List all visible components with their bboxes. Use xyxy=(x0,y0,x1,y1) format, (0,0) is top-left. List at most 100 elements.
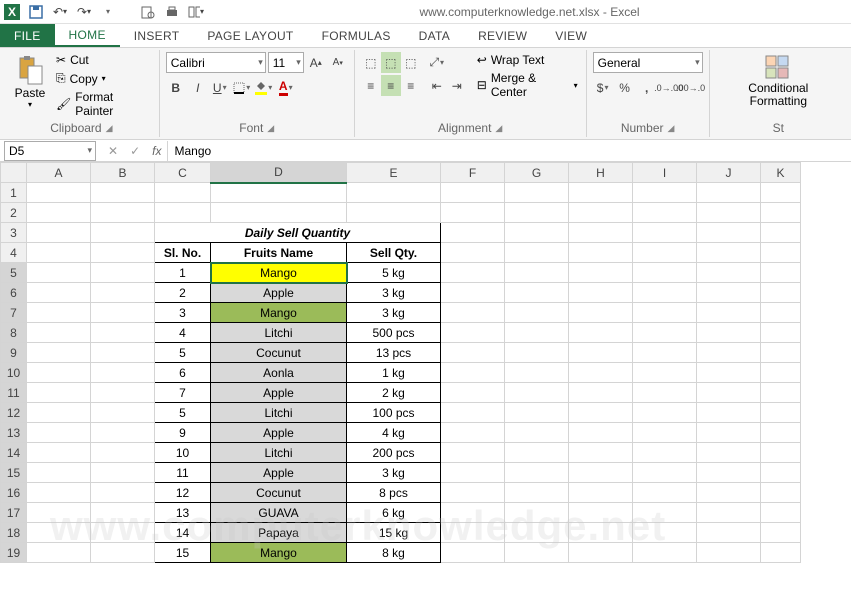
cell-A4[interactable] xyxy=(27,243,91,263)
row-header-18[interactable]: 18 xyxy=(1,523,27,543)
cell-B10[interactable] xyxy=(91,363,155,383)
cell-K1[interactable] xyxy=(761,183,801,203)
cell-H13[interactable] xyxy=(569,423,633,443)
cell-J18[interactable] xyxy=(697,523,761,543)
cell-J1[interactable] xyxy=(697,183,761,203)
cell-H1[interactable] xyxy=(569,183,633,203)
preview-icon[interactable] xyxy=(140,4,156,20)
cell-K7[interactable] xyxy=(761,303,801,323)
cell-B17[interactable] xyxy=(91,503,155,523)
undo-icon[interactable]: ↶▾ xyxy=(52,4,68,20)
save-icon[interactable] xyxy=(28,4,44,20)
cell-G11[interactable] xyxy=(505,383,569,403)
column-header-E[interactable]: E xyxy=(347,163,441,183)
cell-J12[interactable] xyxy=(697,403,761,423)
cell-K11[interactable] xyxy=(761,383,801,403)
cell-H18[interactable] xyxy=(569,523,633,543)
cell-G17[interactable] xyxy=(505,503,569,523)
cell-I6[interactable] xyxy=(633,283,697,303)
font-color-button[interactable]: A xyxy=(276,77,296,98)
cell-H19[interactable] xyxy=(569,543,633,563)
cell-H7[interactable] xyxy=(569,303,633,323)
quickprint-icon[interactable] xyxy=(164,4,180,20)
column-header-B[interactable]: B xyxy=(91,163,155,183)
cell-F10[interactable] xyxy=(441,363,505,383)
cell-I9[interactable] xyxy=(633,343,697,363)
cell-B16[interactable] xyxy=(91,483,155,503)
cell-C8[interactable]: 4 xyxy=(155,323,211,343)
row-header-10[interactable]: 10 xyxy=(1,363,27,383)
underline-button[interactable]: U xyxy=(210,77,230,98)
cell-D11[interactable]: Apple xyxy=(211,383,347,403)
copy-button[interactable]: ⎘Copy▾ xyxy=(54,70,153,87)
cell-D17[interactable]: GUAVA xyxy=(211,503,347,523)
cell-E15[interactable]: 3 kg xyxy=(347,463,441,483)
cell-K17[interactable] xyxy=(761,503,801,523)
tab-file[interactable]: FILE xyxy=(0,24,55,47)
cell-F13[interactable] xyxy=(441,423,505,443)
enter-formula-icon[interactable]: ✓ xyxy=(126,144,144,158)
cell-C1[interactable] xyxy=(155,183,211,203)
cell-G12[interactable] xyxy=(505,403,569,423)
cell-F19[interactable] xyxy=(441,543,505,563)
cell-D12[interactable]: Litchi xyxy=(211,403,347,423)
cell-A9[interactable] xyxy=(27,343,91,363)
cell-K10[interactable] xyxy=(761,363,801,383)
cell-B9[interactable] xyxy=(91,343,155,363)
cell-C18[interactable]: 14 xyxy=(155,523,211,543)
cell-B12[interactable] xyxy=(91,403,155,423)
cell-D10[interactable]: Aonla xyxy=(211,363,347,383)
cell-A3[interactable] xyxy=(27,223,91,243)
cell-B14[interactable] xyxy=(91,443,155,463)
cell-C2[interactable] xyxy=(155,203,211,223)
number-format-select[interactable]: General xyxy=(593,52,703,73)
row-header-3[interactable]: 3 xyxy=(1,223,27,243)
cell-I10[interactable] xyxy=(633,363,697,383)
cell-I13[interactable] xyxy=(633,423,697,443)
row-header-14[interactable]: 14 xyxy=(1,443,27,463)
cell-F17[interactable] xyxy=(441,503,505,523)
cell-B1[interactable] xyxy=(91,183,155,203)
cell-B19[interactable] xyxy=(91,543,155,563)
cell-G9[interactable] xyxy=(505,343,569,363)
cell-G7[interactable] xyxy=(505,303,569,323)
cell-D18[interactable]: Papaya xyxy=(211,523,347,543)
cell-K18[interactable] xyxy=(761,523,801,543)
cell-C5[interactable]: 1 xyxy=(155,263,211,283)
cell-F18[interactable] xyxy=(441,523,505,543)
row-header-7[interactable]: 7 xyxy=(1,303,27,323)
cell-H5[interactable] xyxy=(569,263,633,283)
wrap-text-button[interactable]: ↩Wrap Text xyxy=(475,52,580,68)
cell-A19[interactable] xyxy=(27,543,91,563)
cell-H11[interactable] xyxy=(569,383,633,403)
cell-E11[interactable]: 2 kg xyxy=(347,383,441,403)
column-header-J[interactable]: J xyxy=(697,163,761,183)
cell-C3[interactable]: Daily Sell Quantity xyxy=(155,223,441,243)
cell-D4[interactable]: Fruits Name xyxy=(211,243,347,263)
cell-C13[interactable]: 9 xyxy=(155,423,211,443)
cell-D19[interactable]: Mango xyxy=(211,543,347,563)
cell-H17[interactable] xyxy=(569,503,633,523)
cell-D15[interactable]: Apple xyxy=(211,463,347,483)
cell-G2[interactable] xyxy=(505,203,569,223)
italic-button[interactable]: I xyxy=(188,77,208,98)
font-size-select[interactable]: 11 xyxy=(268,52,304,73)
cell-B18[interactable] xyxy=(91,523,155,543)
cell-I5[interactable] xyxy=(633,263,697,283)
cell-I11[interactable] xyxy=(633,383,697,403)
cell-H15[interactable] xyxy=(569,463,633,483)
cell-C14[interactable]: 10 xyxy=(155,443,211,463)
cell-F15[interactable] xyxy=(441,463,505,483)
increase-indent-icon[interactable]: ⇥ xyxy=(447,75,467,96)
cell-J6[interactable] xyxy=(697,283,761,303)
row-header-15[interactable]: 15 xyxy=(1,463,27,483)
tab-insert[interactable]: INSERT xyxy=(120,24,194,47)
qat-customize-icon[interactable]: ▾ xyxy=(100,4,116,20)
cell-C4[interactable]: Sl. No. xyxy=(155,243,211,263)
cell-K19[interactable] xyxy=(761,543,801,563)
fill-color-button[interactable] xyxy=(254,77,274,98)
cell-K16[interactable] xyxy=(761,483,801,503)
border-button[interactable] xyxy=(232,77,252,98)
column-header-G[interactable]: G xyxy=(505,163,569,183)
column-header-H[interactable]: H xyxy=(569,163,633,183)
